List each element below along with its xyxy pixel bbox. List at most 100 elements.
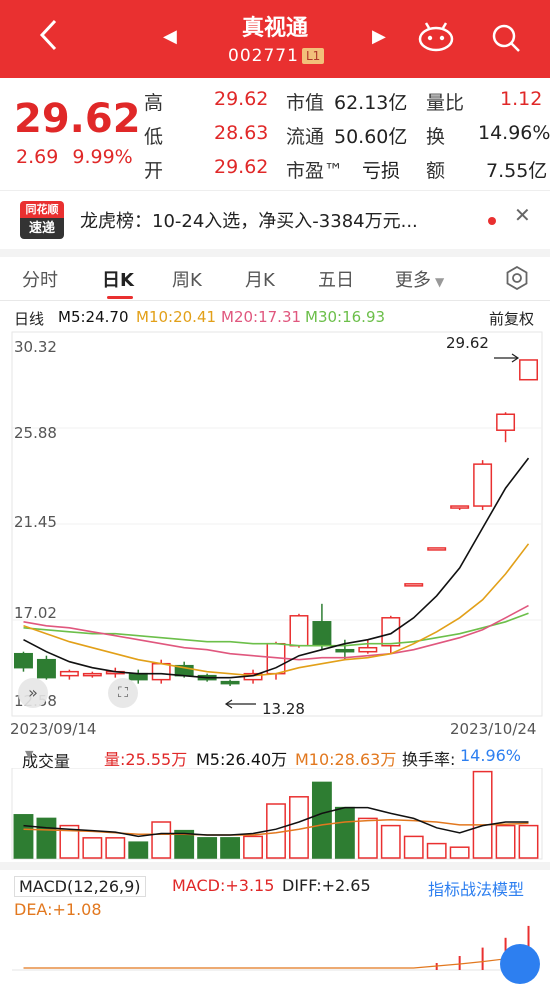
volume-ma5: M5:26.40万	[196, 750, 288, 769]
change-value: 2.69	[16, 146, 59, 168]
candle	[14, 652, 33, 669]
dea-line	[23, 954, 529, 969]
candle	[128, 672, 148, 681]
float-cap-label: 流通	[286, 126, 325, 148]
candle	[358, 646, 378, 653]
candlestick-chart[interactable]	[0, 330, 550, 718]
volume-bar	[403, 835, 424, 859]
market-cap-label: 市值	[286, 92, 325, 114]
adjust-mode[interactable]: 前复权	[489, 308, 534, 329]
volume-bar	[334, 806, 355, 859]
volume-ratio-label: 量比	[426, 92, 465, 114]
y-tick-label: 25.88	[14, 424, 57, 442]
pe-value: 亏损	[362, 160, 401, 182]
price-change: 2.69 9.99%	[16, 146, 133, 168]
strategy-model-link[interactable]: 指标战法模型	[428, 876, 524, 900]
change-percent: 9.99%	[72, 146, 133, 168]
low-value: 28.63	[214, 122, 269, 144]
last-price: 29.62	[14, 96, 141, 142]
tab-intraday[interactable]: 分时	[22, 266, 58, 292]
unread-dot	[488, 217, 496, 225]
volume-bar	[220, 837, 241, 859]
macd-chart[interactable]	[0, 920, 550, 972]
volume-ma10: M10:28.63万	[295, 750, 397, 769]
volume-bar	[518, 824, 539, 859]
volume-bar	[243, 835, 263, 859]
settings-icon[interactable]	[505, 266, 529, 290]
candle	[496, 413, 516, 431]
macd-indicator-select[interactable]: MACD(12,26,9)	[14, 876, 146, 897]
candle	[381, 617, 401, 647]
volume-value: 量:25.55万	[104, 750, 188, 769]
market-cap-value: 62.13亿	[334, 92, 408, 114]
low-label: 低	[144, 126, 164, 148]
candle	[427, 547, 447, 551]
turnover-label: 换	[426, 126, 446, 148]
y-tick-label: 17.02	[14, 604, 57, 622]
low-price-marker: 13.28	[262, 700, 305, 718]
dropdown-icon: ▼	[435, 275, 445, 289]
dea-value: DEA:+1.08	[14, 900, 102, 919]
candle	[450, 505, 470, 509]
candle	[519, 359, 538, 381]
turnover-rate-value: 14.96%	[460, 746, 522, 765]
close-icon[interactable]: ✕	[514, 203, 531, 227]
ma30-value: M30:16.93	[305, 308, 386, 326]
period-label: 日线	[14, 310, 45, 328]
volume-bar	[105, 837, 126, 859]
candle	[59, 670, 79, 677]
diff-value: DIFF:+2.65	[282, 876, 371, 895]
volume-legend: 成交量 ▼ 量:25.55万 M5:26.40万 M10:28.63万 换手率: …	[22, 746, 522, 771]
date-axis: 2023/09/14 2023/10/24	[0, 718, 550, 742]
volume-bar	[82, 837, 103, 859]
start-date: 2023/09/14	[10, 720, 97, 738]
volume-bar	[449, 846, 470, 859]
candle	[404, 583, 424, 587]
candle	[335, 648, 355, 653]
high-label: 高	[144, 92, 164, 114]
turnover-rate-label: 换手率:	[402, 750, 456, 769]
search-icon[interactable]	[490, 22, 522, 54]
open-label: 开	[144, 160, 164, 182]
robot-assistant-icon[interactable]	[418, 22, 454, 52]
macd-legend: MACD(12,26,9) MACD:+3.15 DIFF:+2.65 指标战法…	[0, 876, 550, 922]
volume-ratio-value: 1.12	[500, 88, 543, 110]
news-banner[interactable]: 同花顺 速递 龙虎榜：10-24入选，净买入-3384万元... ✕	[0, 190, 550, 257]
candle	[289, 615, 309, 647]
high-price-marker: 29.62	[446, 334, 489, 352]
floating-action-button[interactable]	[500, 944, 540, 984]
next-stock-icon[interactable]: ▶	[372, 26, 386, 47]
ma10-value: M10:20.41	[136, 308, 217, 326]
tab-weekly-k[interactable]: 周K	[172, 266, 202, 292]
volume-bar	[13, 814, 34, 859]
volume-chart[interactable]	[0, 768, 550, 860]
top-bar: 真视通 ◀ ▶ 002771 L1	[0, 0, 550, 78]
news-text: 龙虎榜：10-24入选，净买入-3384万元...	[80, 211, 418, 232]
tab-five-day[interactable]: 五日	[318, 266, 354, 292]
volume-bar	[128, 841, 149, 859]
fullscreen-button[interactable]: ⛶	[108, 678, 138, 708]
volume-bar	[36, 817, 57, 859]
end-date: 2023/10/24	[450, 720, 537, 738]
y-tick-label: 30.32	[14, 338, 57, 356]
news-logo: 同花顺 速递	[20, 201, 64, 239]
y-tick-label: 21.45	[14, 513, 57, 531]
ma5-value: M5:24.70	[58, 308, 129, 326]
volume-bar	[380, 824, 401, 859]
ma30-line	[23, 612, 529, 647]
volume-bar	[197, 837, 218, 859]
tab-more[interactable]: 更多 ▼	[395, 266, 444, 292]
stock-name: 真视通	[241, 16, 308, 41]
open-value: 29.62	[214, 156, 269, 178]
expand-button[interactable]: »	[18, 678, 48, 708]
volume-bar	[472, 770, 493, 859]
volume-bar	[495, 824, 516, 859]
prev-stock-icon[interactable]: ◀	[163, 26, 177, 47]
tab-daily-k[interactable]: 日K	[102, 266, 134, 292]
float-cap-value: 50.60亿	[334, 126, 408, 148]
level-badge: L1	[302, 48, 325, 64]
tab-monthly-k[interactable]: 月K	[245, 266, 275, 292]
volume-bar	[426, 842, 447, 859]
amount-label: 额	[426, 160, 446, 182]
macd-value: MACD:+3.15	[172, 876, 275, 895]
